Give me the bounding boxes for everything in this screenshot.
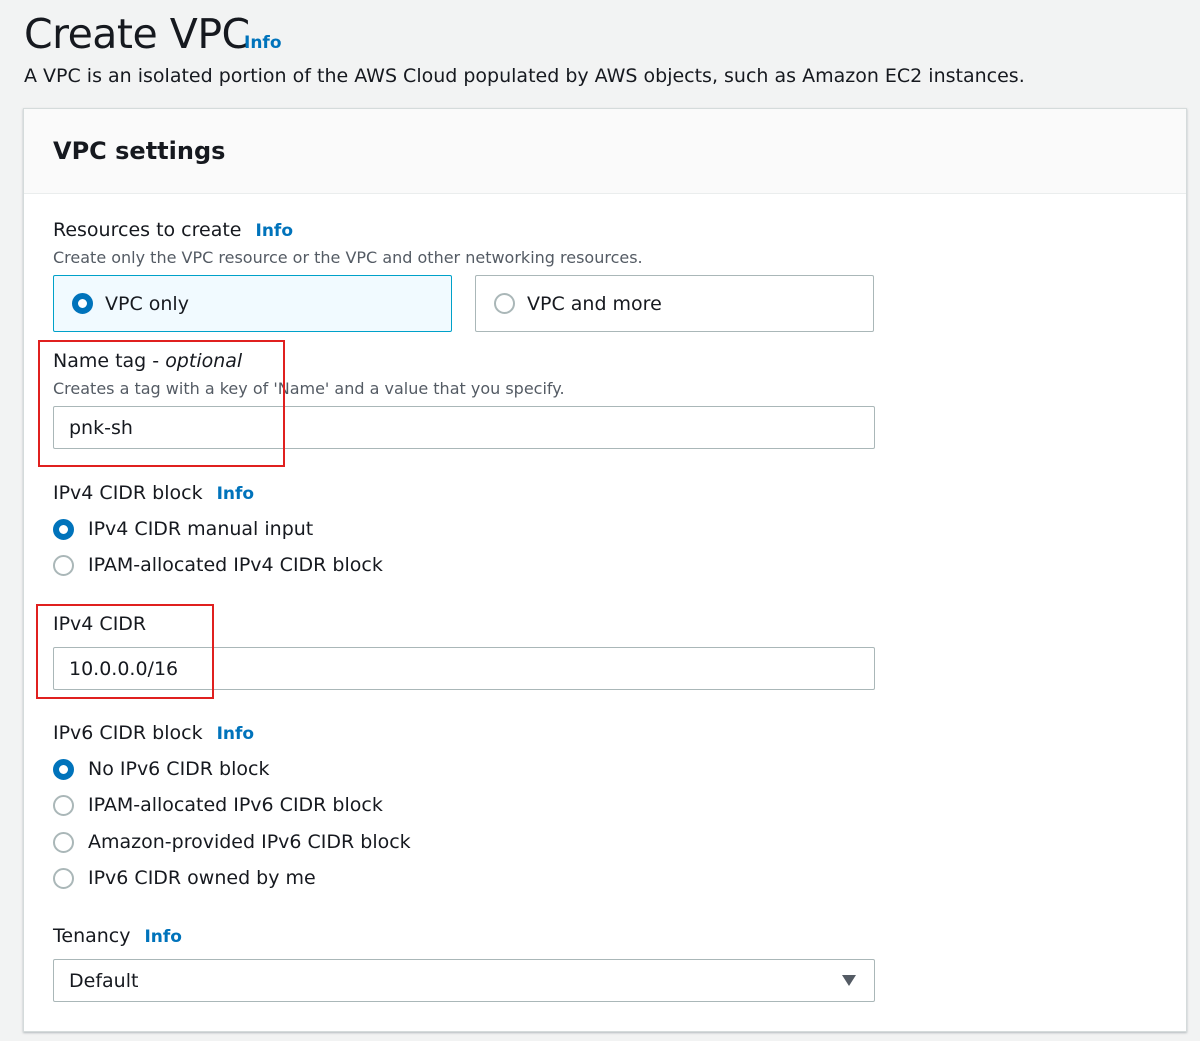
tenancy-info-link[interactable]: Info xyxy=(144,927,182,947)
tenancy-label: Tenancy xyxy=(53,925,131,947)
caret-down-icon xyxy=(842,975,856,986)
radio-ipv6-ipam-button[interactable] xyxy=(53,794,74,816)
tile-vpc-and-more[interactable]: VPC and more xyxy=(475,275,874,332)
radio-ipv4-ipam[interactable]: IPAM-allocated IPv4 CIDR block xyxy=(53,554,383,576)
radio-vpc-only[interactable] xyxy=(72,293,93,314)
page-title: Create VPC xyxy=(24,10,250,58)
radio-ipv6-ipam-label: IPAM-allocated IPv6 CIDR block xyxy=(88,794,383,816)
radio-ipv6-owned-button[interactable] xyxy=(53,867,74,889)
name-tag-label: Name tag - optional xyxy=(53,350,242,372)
radio-ipv4-ipam-button[interactable] xyxy=(53,554,74,576)
radio-ipv6-none-label: No IPv6 CIDR block xyxy=(88,758,270,780)
name-tag-optional: optional xyxy=(165,350,243,372)
vpc-settings-panel: VPC settings Resources to create Info Cre… xyxy=(23,108,1187,1032)
name-tag-input[interactable] xyxy=(53,406,875,449)
ipv6-block-label: IPv6 CIDR block xyxy=(53,722,203,744)
resources-field-header: Resources to create Info xyxy=(53,219,293,241)
name-tag-label-text: Name tag - xyxy=(53,350,166,372)
radio-ipv4-manual-label: IPv4 CIDR manual input xyxy=(88,518,314,540)
radio-ipv6-none[interactable]: No IPv6 CIDR block xyxy=(53,758,269,780)
radio-ipv6-amazon[interactable]: Amazon-provided IPv6 CIDR block xyxy=(53,831,411,853)
ipv6-block-info-link[interactable]: Info xyxy=(217,724,255,744)
name-tag-description: Creates a tag with a key of 'Name' and a… xyxy=(53,379,565,398)
tenancy-select-value: Default xyxy=(69,969,139,992)
ipv4-cidr-label: IPv4 CIDR xyxy=(53,613,147,635)
radio-ipv6-amazon-button[interactable] xyxy=(53,831,74,853)
radio-ipv6-amazon-label: Amazon-provided IPv6 CIDR block xyxy=(88,831,411,853)
resources-label: Resources to create xyxy=(53,219,242,241)
ipv4-block-label: IPv4 CIDR block xyxy=(53,482,203,504)
tenancy-field-header: Tenancy Info xyxy=(53,925,182,947)
ipv6-block-field-header: IPv6 CIDR block Info xyxy=(53,722,254,744)
radio-vpc-and-more[interactable] xyxy=(494,293,515,314)
radio-ipv6-owned[interactable]: IPv6 CIDR owned by me xyxy=(53,867,316,889)
resources-info-link[interactable]: Info xyxy=(256,221,294,241)
radio-ipv6-none-button[interactable] xyxy=(53,758,74,780)
radio-ipv4-ipam-label: IPAM-allocated IPv4 CIDR block xyxy=(88,554,383,576)
page-description: A VPC is an isolated portion of the AWS … xyxy=(24,65,1025,87)
ipv4-block-info-link[interactable]: Info xyxy=(217,484,255,504)
resources-description: Create only the VPC resource or the VPC … xyxy=(53,248,643,267)
tile-vpc-only-label: VPC only xyxy=(105,292,189,315)
radio-ipv6-ipam[interactable]: IPAM-allocated IPv6 CIDR block xyxy=(53,794,383,816)
tenancy-select[interactable]: Default xyxy=(53,959,875,1002)
tile-vpc-only[interactable]: VPC only xyxy=(53,275,452,332)
radio-ipv4-manual-button[interactable] xyxy=(53,518,74,540)
ipv4-cidr-input[interactable] xyxy=(53,647,875,690)
radio-ipv4-manual[interactable]: IPv4 CIDR manual input xyxy=(53,518,313,540)
panel-header: VPC settings xyxy=(24,109,1186,194)
title-info-link[interactable]: Info xyxy=(244,33,282,53)
tile-vpc-and-more-label: VPC and more xyxy=(527,292,662,315)
panel-title: VPC settings xyxy=(53,137,226,165)
radio-ipv6-owned-label: IPv6 CIDR owned by me xyxy=(88,867,316,889)
ipv4-block-field-header: IPv4 CIDR block Info xyxy=(53,482,254,504)
